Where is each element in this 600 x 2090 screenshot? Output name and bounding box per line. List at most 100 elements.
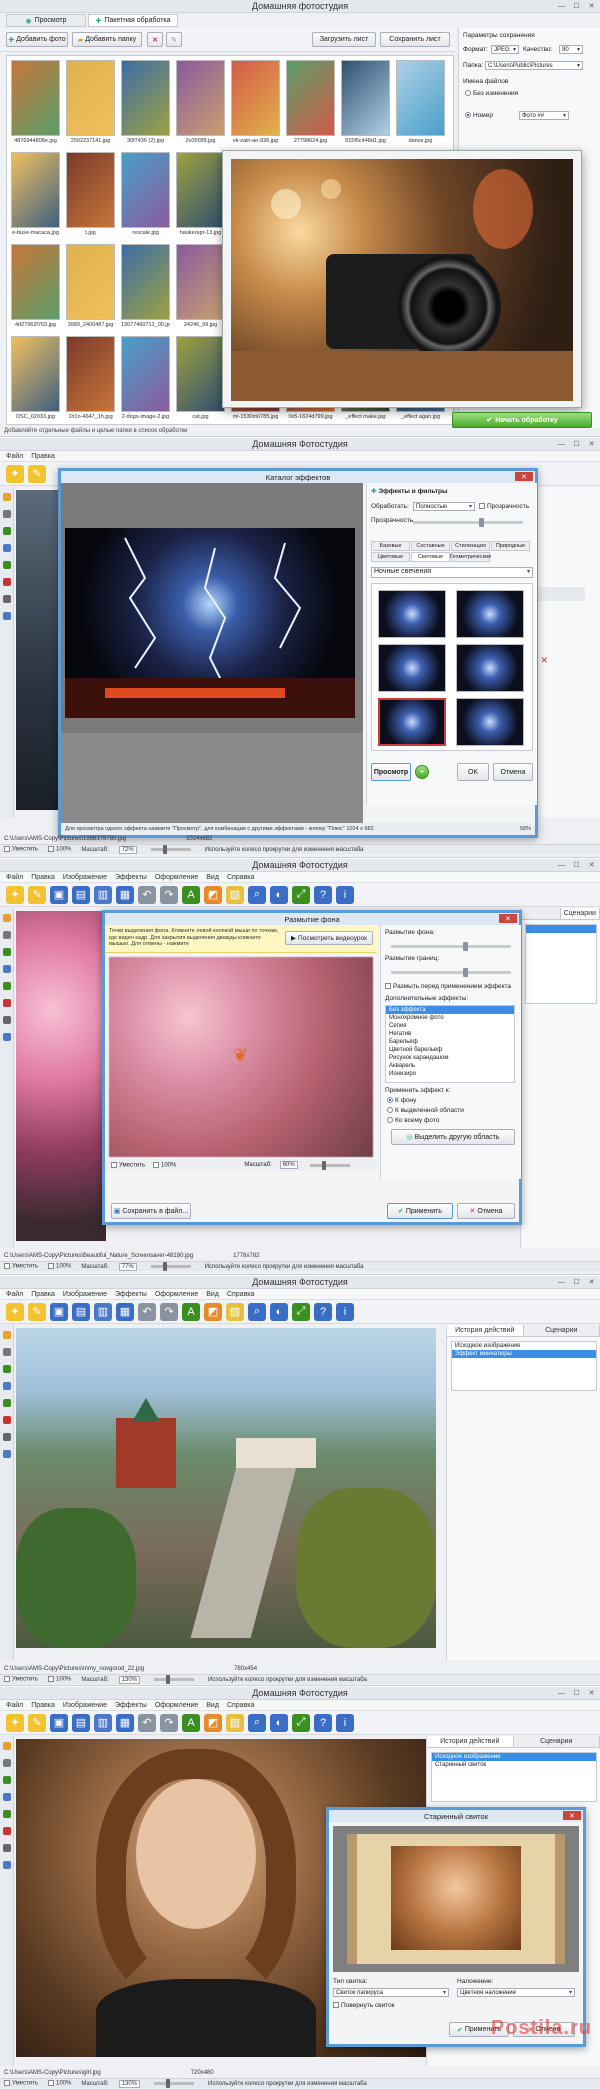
menu-view[interactable]: Вид [206,1702,219,1709]
effect-list-item[interactable]: Сепия [386,1022,514,1030]
effect-thumbnail[interactable] [456,590,524,638]
clear-button[interactable]: ✎ [166,32,182,47]
close-icon[interactable]: ✕ [587,440,596,448]
status-zoom[interactable]: 130% [118,2079,141,2088]
tab-batch[interactable]: ✚ Пакетная обработка [88,14,178,27]
blur-tool-icon[interactable] [2,1433,11,1441]
history-item[interactable] [526,925,596,933]
fill-tool-icon[interactable] [2,1810,11,1818]
delete-icon[interactable]: ✕ [541,655,549,666]
menu-file[interactable]: Файл [6,1702,23,1709]
maximize-icon[interactable]: ☐ [572,1278,581,1286]
redo-icon[interactable]: ↷ [160,885,178,904]
maximize-icon[interactable]: ☐ [572,440,581,448]
file-thumbnail[interactable] [176,244,225,320]
number-template[interactable]: Фото ## [519,111,569,120]
cancel-button[interactable]: Отмена [493,763,533,781]
open-icon[interactable]: ▦ [116,1302,134,1321]
menu-view[interactable]: Вид [206,1291,219,1298]
select-other-area-button[interactable]: ◎ Выделить другую область [391,1129,515,1145]
open-icon[interactable]: ▦ [116,885,134,904]
save-icon[interactable]: ▣ [50,1302,68,1321]
dialog-close-button[interactable]: ✕ [515,472,533,481]
effect-list-item[interactable]: Барельеф [386,1038,514,1046]
history-item[interactable]: Эффект миниатюры [452,1350,596,1358]
tab-history[interactable] [521,908,561,919]
status-fit[interactable]: Уместить [4,2080,38,2087]
crop-tool-icon[interactable] [2,1759,11,1767]
file-thumbnail[interactable] [121,60,170,136]
menu-help[interactable]: Справка [227,1702,254,1709]
effects-icon[interactable]: ◐ [270,1713,288,1732]
fill-tool-icon[interactable] [2,1399,11,1407]
menu-design[interactable]: Оформление [155,1702,198,1709]
print-icon[interactable]: ▥ [94,885,112,904]
effect-tab[interactable]: Стилизация [451,541,490,551]
add-photo-button[interactable]: ✚ Добавить фото [6,32,68,47]
file-thumbnail[interactable] [66,244,115,320]
save-icon[interactable]: ▣ [50,885,68,904]
sharpen-tool-icon[interactable] [2,612,11,620]
file-thumbnail[interactable] [66,60,115,136]
dialog-close-button[interactable]: ✕ [563,1811,581,1820]
eraser-tool-icon[interactable] [2,1827,11,1835]
brush-tool-icon[interactable] [2,527,11,535]
zoom-slider[interactable] [154,2079,195,2088]
history-item[interactable]: Исходное изображение [452,1342,596,1350]
effect-tab[interactable]: Геометрические [450,552,491,562]
menu-design[interactable]: Оформление [155,874,198,881]
folder-input[interactable]: C:\Users\Public\Pictures [485,61,583,70]
save-as-icon[interactable]: ▤ [72,885,90,904]
minimize-icon[interactable]: — [557,861,566,869]
menu-design[interactable]: Оформление [155,1291,198,1298]
ok-button[interactable]: OK [457,763,489,781]
crop-tool-icon[interactable] [2,931,11,939]
transparency-slider[interactable] [413,518,523,527]
file-thumbnail[interactable] [176,336,225,412]
menu-effects[interactable]: Эффекты [115,874,147,881]
save-list-button[interactable]: Сохранить лист [380,32,450,47]
help-icon[interactable]: ? [314,1302,332,1321]
menu-edit[interactable]: Правка [31,874,55,881]
print-icon[interactable]: ▥ [94,1302,112,1321]
blur-bg-slider[interactable] [391,942,511,951]
blur-tool-icon[interactable] [2,1844,11,1852]
save-to-file-button[interactable]: ▣ Сохранить в файл... [111,1203,191,1219]
tab-history[interactable]: История действий [427,1736,514,1747]
blur-before-checkbox[interactable]: Размыть перед применением эффекта [385,983,511,990]
effect-tab[interactable]: Базовые [371,541,410,551]
menu-effects[interactable]: Эффекты [115,1291,147,1298]
effect-thumbnail[interactable] [456,698,524,746]
zoom-slider[interactable] [309,1160,350,1170]
menu-file[interactable]: Файл [6,453,23,460]
eraser-tool-icon[interactable] [2,578,11,586]
tab-scenarios[interactable]: Сценарии [513,1736,600,1747]
zoom-slider[interactable] [150,845,191,854]
minimize-icon[interactable]: — [557,440,566,448]
option-number[interactable]: Номер [465,112,493,119]
menu-help[interactable]: Справка [227,874,254,881]
blur-tool-icon[interactable] [2,1016,11,1024]
effect-thumbnail[interactable] [378,644,446,692]
format-select[interactable]: JPEG [491,45,519,54]
status-fit[interactable]: Уместить [4,1676,38,1683]
file-thumbnail[interactable] [66,152,115,228]
resize-icon[interactable]: ⤢ [292,1713,310,1732]
status-zoom[interactable]: 77% [118,1262,137,1271]
rotate-checkbox[interactable]: Повернуть свиток [333,2002,395,2009]
close-icon[interactable]: ✕ [587,2,596,10]
file-thumbnail[interactable] [11,152,60,228]
sharpen-tool-icon[interactable] [2,1861,11,1869]
status-100[interactable]: 100% [47,2080,71,2087]
eraser-tool-icon[interactable] [2,1416,11,1424]
select-tool-icon[interactable]: ✦ [6,1713,24,1732]
history-item[interactable]: Старинный свиток [432,1761,596,1769]
minimize-icon[interactable]: — [557,2,566,10]
info-icon[interactable]: i [336,885,354,904]
effect-list-item[interactable]: Монохромное фото [386,1014,514,1022]
crop-icon[interactable]: ◩ [204,1302,222,1321]
start-processing-button[interactable]: ✔ Начать обработку [452,412,592,428]
status-fit[interactable]: Уместить [4,1263,38,1270]
zoom-icon[interactable]: ⌕ [248,1302,266,1321]
blur-edges-slider[interactable] [391,968,511,977]
